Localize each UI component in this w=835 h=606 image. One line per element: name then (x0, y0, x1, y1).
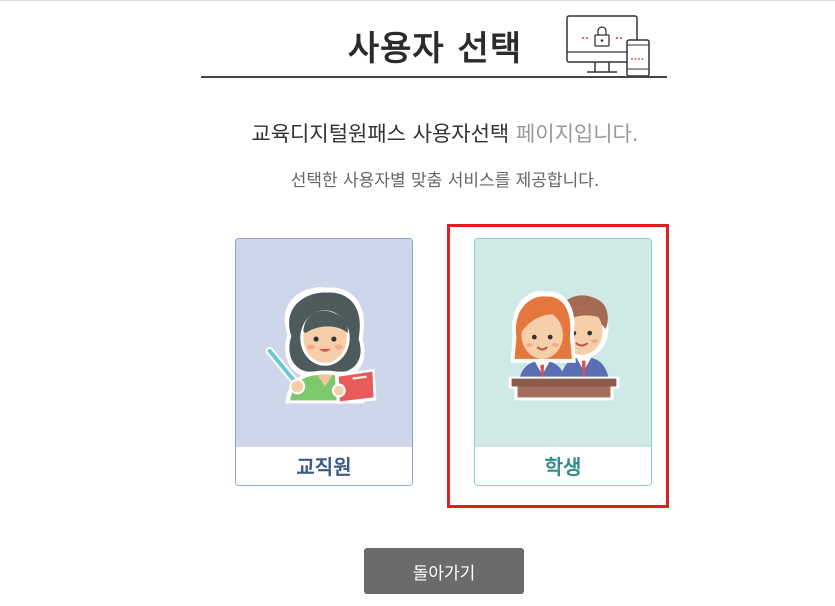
user-select-page: 사용자 선택 교육디지털원패스 사용자선택 페이지입니다. 선택한 사용자별 맞… (0, 0, 835, 606)
staff-card[interactable]: 교직원 (235, 238, 413, 486)
back-button[interactable]: 돌아가기 (364, 548, 524, 594)
title-divider (201, 76, 667, 78)
intro-main-text: 교육디지털원패스 사용자선택 (251, 122, 510, 146)
student-card[interactable]: 학생 (474, 238, 652, 486)
student-card-label: 학생 (475, 447, 651, 485)
intro-text: 교육디지털원패스 사용자선택 페이지입니다. (0, 118, 835, 148)
staff-card-label: 교직원 (236, 447, 412, 485)
intro-muted-text: 페이지입니다. (515, 122, 639, 146)
teacher-icon (236, 239, 412, 447)
students-icon (475, 239, 651, 447)
intro-subtext: 선택한 사용자별 맞춤 서비스를 제공합니다. (290, 171, 600, 191)
monitor-lock-icon (566, 15, 650, 77)
page-title: 사용자 선택 (347, 29, 523, 69)
